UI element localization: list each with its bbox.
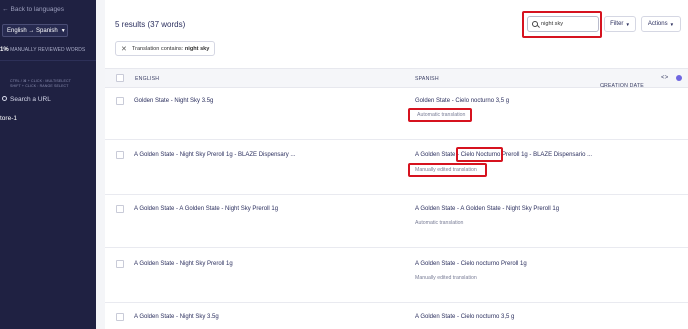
row-checkbox[interactable]	[116, 97, 124, 105]
results-count: 5 results (37 words)	[115, 20, 186, 29]
target-text[interactable]: Golden State - Cielo nocturno 3,5 g	[415, 98, 509, 104]
filter-chip-prefix: Translation contains:	[131, 45, 184, 52]
select-all-checkbox[interactable]	[116, 74, 124, 82]
actions-button-label: Actions	[647, 21, 668, 27]
code-toggle-icon[interactable]: <>	[661, 75, 668, 81]
source-text[interactable]: A Golden State - A Golden State - Night …	[134, 206, 278, 212]
translation-status: Manually edited translation	[415, 275, 477, 281]
search-url-label: Search a URL	[10, 96, 51, 103]
table-row[interactable]: A Golden State - Night Sky 3.5g A Golden…	[105, 303, 688, 329]
column-english: ENGLISH	[135, 76, 160, 82]
row-checkbox[interactable]	[116, 205, 124, 213]
search-url-button[interactable]: Search a URL	[2, 96, 51, 103]
row-checkbox[interactable]	[116, 313, 124, 321]
target-text[interactable]: A Golden State - Cielo nocturno Preroll …	[415, 261, 527, 267]
reviewed-label: MANUALLY REVIEWED WORDS	[10, 47, 86, 53]
filter-button-label: Filter	[610, 21, 624, 27]
filter-chip-value: night sky	[184, 45, 210, 52]
source-text[interactable]: A Golden State - Night Sky Preroll 1g	[134, 261, 233, 267]
status-highlight-box	[408, 108, 472, 122]
term-highlight-box	[456, 147, 503, 162]
search-icon	[2, 96, 7, 101]
table-row[interactable]: A Golden State - A Golden State - Night …	[105, 195, 688, 248]
target-text[interactable]: A Golden State - Cielo Nocturno Preroll …	[415, 152, 592, 158]
active-filter-chip[interactable]: ✕ Translation contains: night sky	[115, 41, 216, 56]
table-row[interactable]: Golden State - Night Sky 3.5g Golden Sta…	[105, 88, 688, 140]
table-header: ENGLISH SPANISH CREATION DATE ↓ <>	[105, 68, 688, 89]
shortcut-hints: CTRL / ⌘ + CLICK : MULTISELECT SHIFT + C…	[10, 79, 71, 89]
source-text[interactable]: A Golden State - Night Sky Preroll 1g - …	[134, 152, 295, 158]
back-to-languages-link[interactable]: ← Back to languages	[2, 6, 64, 13]
filter-button[interactable]: Filter ▼	[604, 16, 636, 32]
search-highlight-box	[522, 11, 602, 38]
table-row[interactable]: A Golden State - Night Sky Preroll 1g A …	[105, 248, 688, 303]
source-text[interactable]: Golden State - Night Sky 3.5g	[134, 98, 213, 104]
main-panel: 5 results (37 words) ✕ Translation conta…	[105, 0, 688, 329]
store-item[interactable]: tore-1	[0, 115, 17, 122]
sidebar: ← Back to languages English → Spanish ▼ 1…	[0, 0, 96, 329]
row-checkbox[interactable]	[116, 151, 124, 159]
language-pair-select[interactable]: English → Spanish ▼	[2, 24, 68, 37]
source-text[interactable]: A Golden State - Night Sky 3.5g	[134, 314, 219, 320]
close-icon[interactable]: ✕	[121, 45, 127, 53]
target-text[interactable]: A Golden State - Cielo nocturno 3,5 g	[415, 314, 514, 320]
target-text-after: Preroll 1g - BLAZE Dispensario ...	[500, 152, 593, 158]
row-checkbox[interactable]	[116, 260, 124, 268]
chevron-down-icon: ▼	[60, 27, 66, 34]
status-highlight-box	[408, 163, 487, 177]
chevron-down-icon: ▼	[669, 21, 675, 27]
target-text[interactable]: A Golden State - A Golden State - Night …	[415, 206, 559, 212]
shortcut-hint-range: SHIFT + CLICK : RANGE SELECT	[10, 84, 69, 88]
reviewed-percent: 1%	[0, 47, 9, 53]
actions-button[interactable]: Actions ▼	[641, 16, 681, 32]
target-text-before: A Golden State -	[415, 152, 461, 158]
reviewed-words-stat: 1% MANUALLY REVIEWED WORDS	[0, 47, 85, 53]
translation-status: Automatic translation	[415, 220, 464, 226]
sidebar-divider	[0, 60, 96, 61]
chevron-down-icon: ▼	[625, 21, 630, 27]
settings-dot-icon[interactable]	[676, 75, 682, 81]
column-spanish: SPANISH	[415, 76, 439, 82]
language-pair-label: English → Spanish	[7, 27, 58, 34]
arrow-left-icon: ←	[2, 6, 9, 13]
back-label: Back to languages	[10, 6, 64, 13]
table-row[interactable]: A Golden State - Night Sky Preroll 1g - …	[105, 140, 688, 195]
